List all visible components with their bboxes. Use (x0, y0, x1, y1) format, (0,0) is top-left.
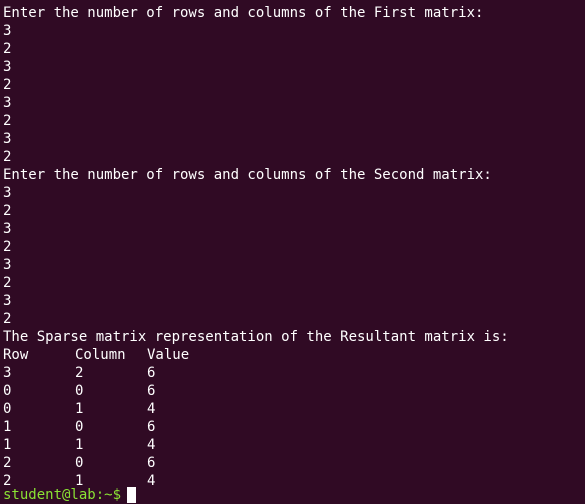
input-line: 2 (3, 41, 12, 57)
input-line: 3 (3, 131, 12, 147)
cell-column: 1 (75, 401, 84, 417)
table-row: 2 0 6 (3, 454, 585, 472)
input-line: 2 (3, 275, 12, 291)
text-cursor (127, 487, 137, 503)
cell-column: 0 (75, 383, 84, 399)
cell-value: 6 (147, 455, 156, 471)
input-line: 3 (3, 257, 12, 273)
table-row: 1 1 4 (3, 436, 585, 454)
cell-row: 1 (3, 437, 12, 453)
header-row: Row (3, 347, 29, 363)
cell-column: 0 (75, 455, 84, 471)
cell-value: 6 (147, 419, 156, 435)
cell-row: 0 (3, 383, 12, 399)
cell-value: 6 (147, 383, 156, 399)
second-matrix-prompt: Enter the number of rows and columns of … (3, 167, 492, 183)
cell-column: 0 (75, 419, 84, 435)
cell-value: 4 (147, 473, 156, 489)
first-matrix-prompt: Enter the number of rows and columns of … (3, 5, 484, 21)
result-title: The Sparse matrix representation of the … (3, 329, 509, 345)
input-line: 3 (3, 59, 12, 75)
cell-value: 4 (147, 401, 156, 417)
table-row: 0 0 6 (3, 382, 585, 400)
input-line: 3 (3, 221, 12, 237)
cell-row: 2 (3, 455, 12, 471)
input-line: 3 (3, 185, 12, 201)
cell-row: 1 (3, 419, 12, 435)
cell-value: 4 (147, 437, 156, 453)
input-line: 3 (3, 293, 12, 309)
input-line: 2 (3, 239, 12, 255)
input-line: 2 (3, 149, 12, 165)
header-column: Column (75, 347, 126, 363)
input-line: 2 (3, 113, 12, 129)
shell-prompt: student@lab:~$ (3, 487, 122, 503)
table-row: 3 2 6 (3, 364, 585, 382)
cell-value: 6 (147, 365, 156, 381)
cell-row: 0 (3, 401, 12, 417)
input-line: 3 (3, 95, 12, 111)
cell-column: 2 (75, 365, 84, 381)
input-line: 3 (3, 23, 12, 39)
shell-prompt-line[interactable]: student@lab:~$ (3, 486, 585, 504)
terminal-window[interactable]: Enter the number of rows and columns of … (3, 4, 585, 503)
table-header: Row Column Value (3, 346, 585, 364)
input-line: 2 (3, 311, 12, 327)
table-row: 1 0 6 (3, 418, 585, 436)
input-line: 2 (3, 203, 12, 219)
cell-column: 1 (75, 437, 84, 453)
cell-row: 3 (3, 365, 12, 381)
table-row: 0 1 4 (3, 400, 585, 418)
input-line: 2 (3, 77, 12, 93)
header-value: Value (147, 347, 190, 363)
